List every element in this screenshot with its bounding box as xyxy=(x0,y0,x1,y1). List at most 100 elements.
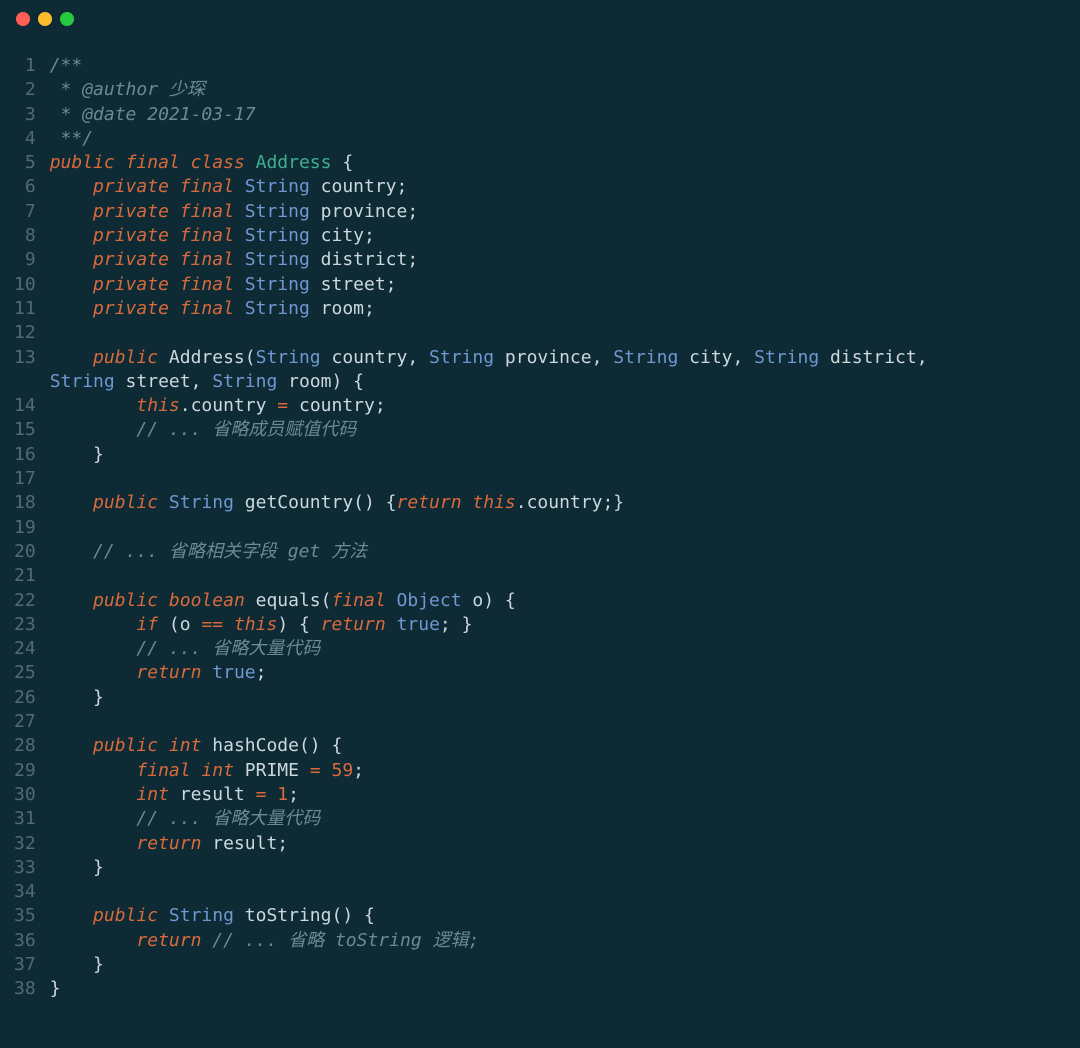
line-number: 5 xyxy=(14,151,36,175)
token: true xyxy=(397,614,440,635)
token xyxy=(50,808,137,829)
token: .country;} xyxy=(516,492,624,513)
code-line: return true; xyxy=(50,661,1080,685)
token: String xyxy=(245,249,310,270)
token: Address xyxy=(256,152,332,173)
token: } xyxy=(50,687,104,708)
code-line: private final String room; xyxy=(50,297,1080,321)
token: district; xyxy=(310,249,418,270)
token: return xyxy=(397,492,462,513)
token: public xyxy=(93,347,158,368)
token xyxy=(50,662,137,683)
line-number: 20 xyxy=(14,540,36,564)
token: String xyxy=(613,347,678,368)
token: hashCode() { xyxy=(201,735,342,756)
line-number: 3 xyxy=(14,103,36,127)
token xyxy=(462,492,473,513)
token: country, xyxy=(321,347,429,368)
token: ; } xyxy=(440,614,473,635)
token: final xyxy=(180,298,234,319)
line-number: 7 xyxy=(14,200,36,224)
token xyxy=(201,930,212,951)
token: true xyxy=(212,662,255,683)
token: String xyxy=(169,905,234,926)
token: private xyxy=(93,201,169,222)
token xyxy=(234,201,245,222)
token xyxy=(50,760,137,781)
token: final xyxy=(180,176,234,197)
token: = xyxy=(277,395,288,416)
token: final xyxy=(180,225,234,246)
token: room) { xyxy=(277,371,364,392)
close-icon[interactable] xyxy=(16,12,30,26)
line-number: 28 xyxy=(14,734,36,758)
line-number: 23 xyxy=(14,613,36,637)
token xyxy=(50,541,93,562)
token xyxy=(50,492,93,513)
line-number: 30 xyxy=(14,783,36,807)
token xyxy=(115,152,126,173)
token: String xyxy=(429,347,494,368)
token xyxy=(158,735,169,756)
token: if xyxy=(136,614,158,635)
token: return xyxy=(136,662,201,683)
token: room; xyxy=(310,298,375,319)
token xyxy=(169,298,180,319)
token: int xyxy=(136,784,169,805)
line-number: 38 xyxy=(14,977,36,1001)
code-line: public Address(String country, String pr… xyxy=(50,346,980,395)
line-number: 14 xyxy=(14,394,36,418)
token: final xyxy=(136,760,190,781)
line-number: 24 xyxy=(14,637,36,661)
token xyxy=(234,274,245,295)
line-number: 2 xyxy=(14,78,36,102)
line-number: 34 xyxy=(14,880,36,904)
line-number: 4 xyxy=(14,127,36,151)
token xyxy=(50,735,93,756)
token: return xyxy=(136,833,201,854)
token xyxy=(321,760,332,781)
token: public xyxy=(93,590,158,611)
token: Object xyxy=(397,590,462,611)
line-number: 37 xyxy=(14,953,36,977)
token: } xyxy=(50,444,104,465)
token: private xyxy=(93,274,169,295)
token xyxy=(50,201,93,222)
code-line: private final String city; xyxy=(50,224,1080,248)
line-gutter: 1234567891011121314151617181920212223242… xyxy=(14,54,50,1002)
maximize-icon[interactable] xyxy=(60,12,74,26)
token: public xyxy=(93,492,158,513)
token: /** xyxy=(50,55,83,76)
token xyxy=(50,614,137,635)
token xyxy=(191,760,202,781)
code-line: /** xyxy=(50,54,1080,78)
token: String xyxy=(169,492,234,513)
code-line: // ... 省略相关字段 get 方法 xyxy=(50,540,1080,564)
code-line: // ... 省略大量代码 xyxy=(50,637,1080,661)
token: = xyxy=(310,760,321,781)
token: this xyxy=(472,492,515,513)
minimize-icon[interactable] xyxy=(38,12,52,26)
token: String xyxy=(50,371,115,392)
token: { xyxy=(331,152,353,173)
token: } xyxy=(50,857,104,878)
line-number: 19 xyxy=(14,516,36,540)
token: final xyxy=(331,590,385,611)
token xyxy=(158,905,169,926)
token: class xyxy=(191,152,245,173)
token: final xyxy=(126,152,180,173)
code-line: private final String street; xyxy=(50,273,1080,297)
token xyxy=(50,784,137,805)
code-line xyxy=(50,467,1080,491)
code-line xyxy=(50,564,1080,588)
line-number: 31 xyxy=(14,807,36,831)
line-number: 18 xyxy=(14,491,36,515)
token xyxy=(50,274,93,295)
token: String xyxy=(256,347,321,368)
token: == xyxy=(201,614,223,635)
token: String xyxy=(245,225,310,246)
token: private xyxy=(93,176,169,197)
token xyxy=(50,930,137,951)
code-line: public int hashCode() { xyxy=(50,734,1080,758)
code-line: final int PRIME = 59; xyxy=(50,759,1080,783)
